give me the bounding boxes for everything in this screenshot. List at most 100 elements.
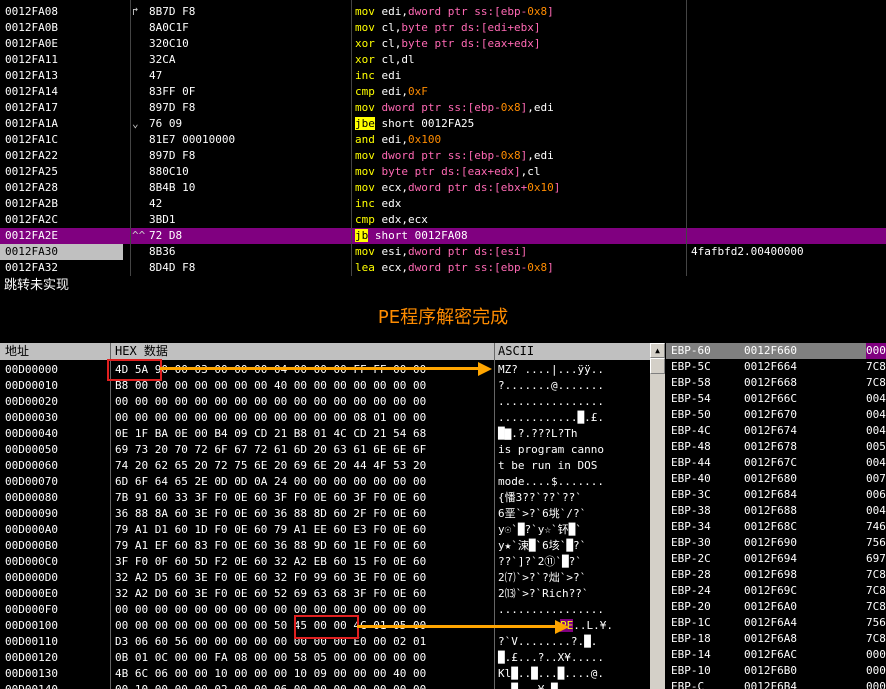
header-hex[interactable]: HEX 数据 — [115, 343, 168, 360]
stack-row[interactable]: EBP-40 0012F680 007 — [666, 471, 886, 487]
stack-value: 004 — [866, 408, 886, 421]
disasm-row[interactable]: 0012FA30 8B36 mov esi,dword ptr ds:[esi] 4f… — [0, 244, 886, 260]
operand: dword ptr ss:[ebp- — [381, 149, 501, 162]
hex-cell: 8B7D F8 — [149, 5, 196, 18]
stack-row[interactable]: EBP-28 0012F698 7C8 — [666, 567, 886, 583]
stack-offset: EBP-54 — [671, 392, 711, 405]
disasm-row[interactable]: 0012FA1A ⌄ 76 09 jbe short 0012FA25 — [0, 116, 886, 132]
hex-cell: 81E7 00010000 — [149, 133, 236, 146]
stack-row[interactable]: EBP-44 0012F67C 004 — [666, 455, 886, 471]
disasm-row[interactable]: 0012FA22 897D F8 mov dword ptr ss:[ebp-0x8… — [0, 148, 886, 164]
dump-address: 00D000F0 — [5, 603, 58, 616]
stack-row[interactable]: EBP-60 0012F660 000 — [666, 343, 886, 359]
dump-row[interactable]: 00D00050 69 73 20 70 72 6F 67 72 61 6D 20… — [0, 442, 650, 458]
header-address[interactable]: 地址 — [5, 343, 29, 360]
dump-row[interactable]: 00D000B0 79 A1 EF 60 83 F0 0E 60 36 88 9D… — [0, 538, 650, 554]
disasm-row[interactable]: 0012FA2C 3BD1 cmp edx,ecx — [0, 212, 886, 228]
stack-row[interactable]: EBP-14 0012F6AC 000 — [666, 647, 886, 663]
pe-highlight-box — [294, 615, 359, 639]
operand: esi, — [381, 245, 409, 258]
stack-row[interactable]: EBP-2C 0012F694 697 — [666, 551, 886, 567]
stack-row[interactable]: EBP-38 0012F688 004 — [666, 503, 886, 519]
stack-pane[interactable]: EBP-60 0012F660 000 EBP-5C 0012F664 7C8 EBP-58… — [666, 343, 886, 689]
dump-scrollbar[interactable] — [650, 343, 665, 689]
disasm-row[interactable]: 0012FA0B 8A0C1F mov cl,byte ptr ds:[edi+eb… — [0, 20, 886, 36]
stack-offset: EBP-50 — [671, 408, 711, 421]
dump-row[interactable]: 00D00130 4B 6C 06 00 00 10 00 00 00 10 09… — [0, 666, 650, 682]
stack-value: 000 — [866, 648, 886, 661]
dump-row[interactable]: 00D00090 36 88 8A 60 3E F0 0E 60 36 88 8D… — [0, 506, 650, 522]
stack-offset: EBP-38 — [671, 504, 711, 517]
dump-row[interactable]: 00D00070 6D 6F 64 65 2E 0D 0D 0A 24 00 00… — [0, 474, 650, 490]
dump-row[interactable]: 00D000E0 32 A2 D0 60 3E F0 0E 60 52 69 63… — [0, 586, 650, 602]
instruction-cell: mov dword ptr ss:[ebp-0x8],edi — [355, 100, 554, 116]
stack-offset: EBP-4C — [671, 424, 711, 437]
operand: dword ptr ss:[ebp- — [408, 261, 528, 274]
dump-address: 00D00120 — [5, 651, 58, 664]
stack-row[interactable]: EBP-18 0012F6A8 7C8 — [666, 631, 886, 647]
dump-row[interactable]: 00D000004D 5A 90 00 03 00 00 00 04 00 00… — [0, 362, 650, 378]
stack-row[interactable]: EBP-10 0012F6B0 000 — [666, 663, 886, 679]
stack-row[interactable]: EBP-C 0012F6B4 000 — [666, 679, 886, 689]
disasm-row[interactable]: 0012FA32 8D4D F8 lea ecx,dword ptr ss:[ebp… — [0, 260, 886, 276]
pe-arrow-icon — [555, 620, 569, 634]
hex-cell: 897D F8 — [149, 101, 196, 114]
operand: cl,dl — [381, 53, 415, 66]
disasm-row[interactable]: 0012FA0E 320C10 xor cl,byte ptr ds:[eax+ed… — [0, 36, 886, 52]
dump-hex-bytes: 32 A2 D0 60 3E F0 0E 60 52 69 63 68 3F F… — [115, 587, 427, 600]
disasm-row[interactable]: 0012FA08 ↱ 8B7D F8 mov edi,dword ptr ss:[eb… — [0, 4, 886, 20]
scroll-up-icon[interactable]: ▲ — [650, 343, 665, 358]
stack-address: 0012F664 — [744, 360, 797, 373]
scrollbar-thumb[interactable] — [650, 358, 665, 374]
dump-row[interactable]: 00D00010 B8 00 00 00 00 00 00 00 40 00 00… — [0, 378, 650, 394]
disasm-row[interactable]: 0012FA1C 81E7 00010000 and edi,0x100 — [0, 132, 886, 148]
address-cell: 0012FA08 — [5, 5, 58, 18]
operand: short 0012FA08 — [374, 229, 468, 242]
dump-row[interactable]: 00D00020 00 00 00 00 00 00 00 00 00 00 00… — [0, 394, 650, 410]
dump-row[interactable]: 00D000A0 79 A1 D1 60 1D F0 0E 60 79 A1 EE… — [0, 522, 650, 538]
stack-row[interactable]: EBP-5C 0012F664 7C8 — [666, 359, 886, 375]
disasm-row[interactable]: 0012FA13 47 inc edi — [0, 68, 886, 84]
stack-row[interactable]: EBP-54 0012F66C 004 — [666, 391, 886, 407]
dump-hex-bytes: 4B 6C 06 00 00 10 00 00 00 10 09 00 00 0… — [115, 667, 427, 680]
dump-row[interactable]: 00D00060 74 20 62 65 20 72 75 6E 20 69 6E… — [0, 458, 650, 474]
mz-arrow-line — [160, 367, 480, 370]
stack-row[interactable]: EBP-50 0012F670 004 — [666, 407, 886, 423]
instruction-cell: inc edi — [355, 68, 401, 84]
stack-row[interactable]: EBP-58 0012F668 7C8 — [666, 375, 886, 391]
dump-hex-bytes: 0B 01 0C 00 00 FA 08 00 00 58 05 00 00 0… — [115, 651, 427, 664]
dump-hex-bytes: 74 20 62 65 20 72 75 6E 20 69 6E 20 44 4… — [115, 459, 427, 472]
stack-row[interactable]: EBP-34 0012F68C 746 — [666, 519, 886, 535]
disasm-row[interactable]: 0012FA14 83FF 0F cmp edi,0xF — [0, 84, 886, 100]
stack-row[interactable]: EBP-48 0012F678 005 — [666, 439, 886, 455]
dump-row[interactable]: 00D000C0 3F F0 0F 60 5D F2 0E 60 32 A2 EB… — [0, 554, 650, 570]
stack-row[interactable]: EBP-1C 0012F6A4 756 — [666, 615, 886, 631]
memory-dump-pane[interactable]: 00D000004D 5A 90 00 03 00 00 00 04 00 00… — [0, 360, 650, 689]
dump-row[interactable]: 00D00080 7B 91 60 33 3F F0 0E 60 3F F0 0E… — [0, 490, 650, 506]
address-cell: 0012FA1C — [5, 133, 58, 146]
dump-hex-bytes: 69 73 20 70 72 6F 67 72 61 6D 20 63 61 6… — [115, 443, 427, 456]
disassembly-pane[interactable]: 0012FA08 ↱ 8B7D F8 mov edi,dword ptr ss:[eb… — [0, 0, 886, 276]
dump-row[interactable]: 00D00120 0B 01 0C 00 00 FA 08 00 00 58 05… — [0, 650, 650, 666]
disasm-row[interactable]: 0012FA28 8B4B 10 mov ecx,dword ptr ds:[ebx… — [0, 180, 886, 196]
disasm-row[interactable]: 0012FA25 880C10 mov byte ptr ds:[eax+edx],… — [0, 164, 886, 180]
header-ascii[interactable]: ASCII — [498, 343, 534, 360]
stack-value: 7C8 — [866, 584, 886, 597]
address-cell: 0012FA14 — [5, 85, 58, 98]
disasm-row[interactable]: 0012FA2E ^^ 72 D8 jb short 0012FA08 — [0, 228, 886, 244]
dump-row[interactable]: 00D00140 00 10 00 00 00 02 00 00 06 00 00… — [0, 682, 650, 689]
dump-ascii: y☉`█?`y☆`钚█` — [498, 523, 582, 536]
mnemonic: mov — [355, 245, 375, 258]
disasm-row[interactable]: 0012FA11 32CA xor cl,dl — [0, 52, 886, 68]
stack-row[interactable]: EBP-30 0012F690 756 — [666, 535, 886, 551]
stack-row[interactable]: EBP-20 0012F6A0 7C8 — [666, 599, 886, 615]
dump-row[interactable]: 00D00040 0E 1F BA 0E 00 B4 09 CD 21 B8 01… — [0, 426, 650, 442]
disasm-row[interactable]: 0012FA17 897D F8 mov dword ptr ss:[ebp-0x8… — [0, 100, 886, 116]
stack-value: 004 — [866, 392, 886, 405]
disasm-row[interactable]: 0012FA2B 42 inc edx — [0, 196, 886, 212]
stack-row[interactable]: EBP-3C 0012F684 006 — [666, 487, 886, 503]
stack-row[interactable]: EBP-24 0012F69C 7C8 — [666, 583, 886, 599]
dump-row[interactable]: 00D00030 00 00 00 00 00 00 00 00 00 00 00… — [0, 410, 650, 426]
dump-row[interactable]: 00D000D0 32 A2 D5 60 3E F0 0E 60 32 F0 99… — [0, 570, 650, 586]
stack-row[interactable]: EBP-4C 0012F674 004 — [666, 423, 886, 439]
